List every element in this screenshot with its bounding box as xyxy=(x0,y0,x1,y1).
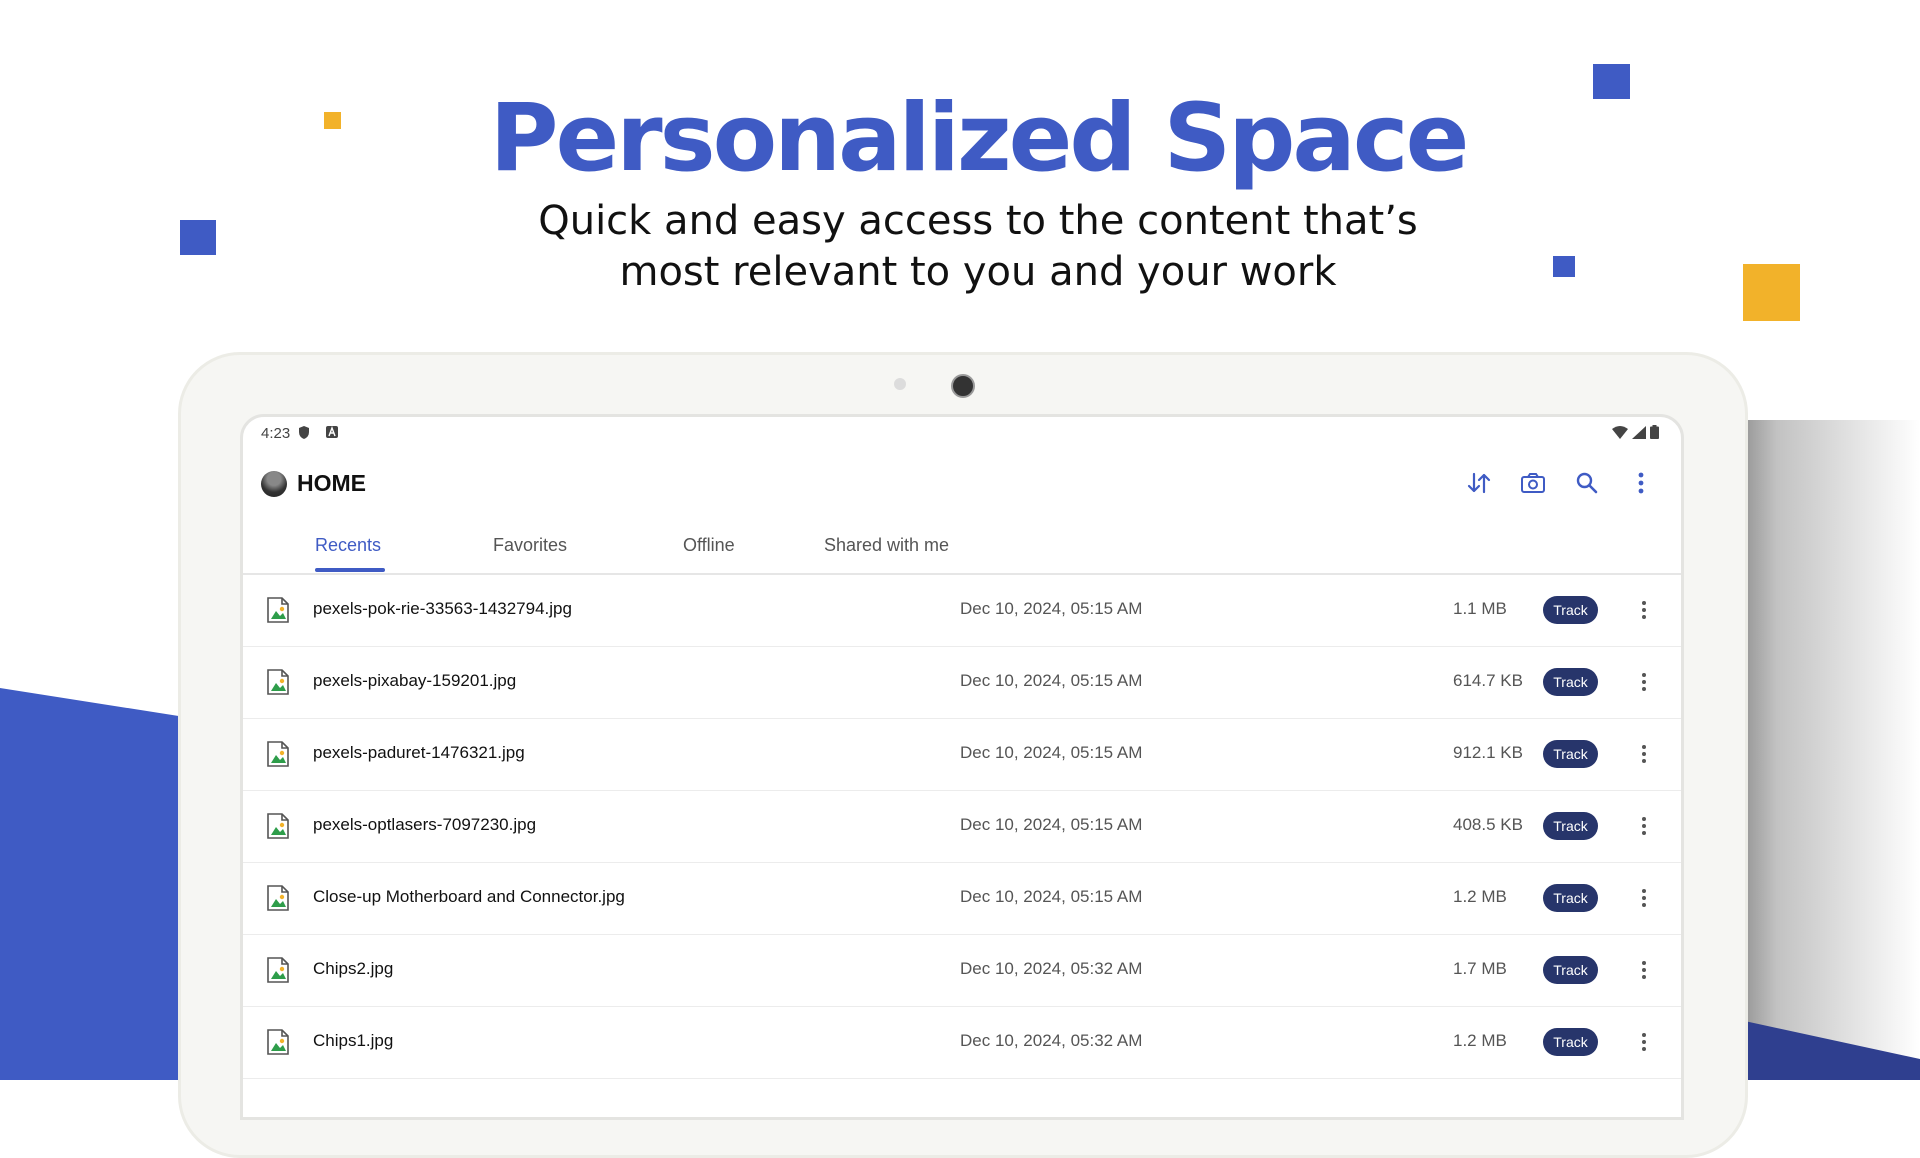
a-icon xyxy=(326,426,338,438)
file-modified-date: Dec 10, 2024, 05:15 AM xyxy=(960,671,1143,690)
file-name[interactable]: Chips1.jpg xyxy=(313,1031,393,1051)
file-size: 1.2 MB xyxy=(1453,887,1507,906)
more-vertical-icon xyxy=(1642,673,1646,691)
appbar-actions xyxy=(1461,467,1659,503)
active-tab-indicator xyxy=(315,568,385,572)
image-file-icon xyxy=(267,957,289,983)
camera-button[interactable] xyxy=(1515,467,1551,503)
file-row[interactable]: pexels-pixabay-159201.jpg Dec 10, 2024, … xyxy=(243,647,1681,719)
track-button[interactable]: Track xyxy=(1543,740,1598,768)
file-list: pexels-pok-rie-33563-1432794.jpg Dec 10,… xyxy=(243,575,1681,1079)
status-time: 4:23 xyxy=(261,425,291,442)
tab-shared-with-me[interactable]: Shared with me xyxy=(824,535,949,556)
track-button[interactable]: Track xyxy=(1543,812,1598,840)
image-file-icon xyxy=(267,741,289,767)
more-vertical-icon xyxy=(1642,817,1646,835)
file-name[interactable]: Close-up Motherboard and Connector.jpg xyxy=(313,887,625,907)
more-vertical-icon xyxy=(1642,889,1646,907)
image-file-icon xyxy=(267,1029,289,1055)
app-screen: 4:23 HOME Recents Favorites Offline Shar… xyxy=(240,414,1684,1120)
tab-favorites[interactable]: Favorites xyxy=(493,535,567,556)
battery-icon xyxy=(1650,425,1659,443)
track-button[interactable]: Track xyxy=(1543,668,1598,696)
sort-button[interactable] xyxy=(1461,467,1497,503)
file-modified-date: Dec 10, 2024, 05:32 AM xyxy=(960,959,1143,978)
file-size: 408.5 KB xyxy=(1453,815,1523,834)
more-vertical-icon xyxy=(1642,745,1646,763)
file-name[interactable]: pexels-pok-rie-33563-1432794.jpg xyxy=(313,599,572,619)
file-row[interactable]: pexels-optlasers-7097230.jpg Dec 10, 202… xyxy=(243,791,1681,863)
image-file-icon xyxy=(267,669,289,695)
decor-blue-wedge xyxy=(0,688,200,1080)
tab-offline[interactable]: Offline xyxy=(683,535,735,556)
more-vertical-icon xyxy=(1642,961,1646,979)
row-more-button[interactable] xyxy=(1634,957,1654,983)
file-modified-date: Dec 10, 2024, 05:15 AM xyxy=(960,887,1143,906)
tab-recents[interactable]: Recents xyxy=(315,535,381,556)
file-modified-date: Dec 10, 2024, 05:15 AM xyxy=(960,815,1143,834)
more-vertical-icon xyxy=(1642,601,1646,619)
row-more-button[interactable] xyxy=(1634,885,1654,911)
sort-icon xyxy=(1466,471,1492,500)
camera-icon xyxy=(1520,472,1546,499)
track-button[interactable]: Track xyxy=(1543,884,1598,912)
row-more-button[interactable] xyxy=(1634,669,1654,695)
file-row[interactable]: pexels-paduret-1476321.jpg Dec 10, 2024,… xyxy=(243,719,1681,791)
more-vertical-icon xyxy=(1638,472,1644,499)
file-size: 614.7 KB xyxy=(1453,671,1523,690)
hero-subtitle: Quick and easy access to the content tha… xyxy=(0,196,1920,298)
file-modified-date: Dec 10, 2024, 05:15 AM xyxy=(960,599,1143,618)
track-button[interactable]: Track xyxy=(1543,1028,1598,1056)
hero-title: Personalized Space xyxy=(489,84,1470,193)
image-file-icon xyxy=(267,885,289,911)
file-name[interactable]: pexels-pixabay-159201.jpg xyxy=(313,671,516,691)
row-more-button[interactable] xyxy=(1634,597,1654,623)
status-bar: 4:23 xyxy=(243,417,1681,449)
file-row[interactable]: Close-up Motherboard and Connector.jpg D… xyxy=(243,863,1681,935)
track-button[interactable]: Track xyxy=(1543,956,1598,984)
search-button[interactable] xyxy=(1569,467,1605,503)
wifi-icon xyxy=(1612,425,1628,443)
sensor-dot xyxy=(894,378,906,390)
file-size: 912.1 KB xyxy=(1453,743,1523,762)
more-options-button[interactable] xyxy=(1623,467,1659,503)
signal-icon xyxy=(1632,425,1646,443)
tab-bar: Recents Favorites Offline Shared with me xyxy=(243,523,1681,575)
hero-subtitle-line1: Quick and easy access to the content tha… xyxy=(538,198,1418,244)
avatar[interactable] xyxy=(261,471,287,497)
hero-subtitle-line2: most relevant to you and your work xyxy=(619,249,1337,295)
search-icon xyxy=(1575,471,1599,500)
file-name[interactable]: pexels-paduret-1476321.jpg xyxy=(313,743,525,763)
shield-icon xyxy=(298,426,310,439)
file-name[interactable]: Chips2.jpg xyxy=(313,959,393,979)
file-row[interactable]: pexels-pok-rie-33563-1432794.jpg Dec 10,… xyxy=(243,575,1681,647)
camera-lens xyxy=(951,374,975,398)
row-more-button[interactable] xyxy=(1634,813,1654,839)
row-more-button[interactable] xyxy=(1634,741,1654,767)
file-modified-date: Dec 10, 2024, 05:15 AM xyxy=(960,743,1143,762)
track-button[interactable]: Track xyxy=(1543,596,1598,624)
file-row[interactable]: Chips1.jpg Dec 10, 2024, 05:32 AM 1.2 MB… xyxy=(243,1007,1681,1079)
file-name[interactable]: pexels-optlasers-7097230.jpg xyxy=(313,815,536,835)
page-title: HOME xyxy=(297,470,366,496)
more-vertical-icon xyxy=(1642,1033,1646,1051)
file-modified-date: Dec 10, 2024, 05:32 AM xyxy=(960,1031,1143,1050)
image-file-icon xyxy=(267,813,289,839)
row-more-button[interactable] xyxy=(1634,1029,1654,1055)
file-size: 1.1 MB xyxy=(1453,599,1507,618)
image-file-icon xyxy=(267,597,289,623)
file-size: 1.2 MB xyxy=(1453,1031,1507,1050)
file-row[interactable]: Chips2.jpg Dec 10, 2024, 05:32 AM 1.7 MB… xyxy=(243,935,1681,1007)
file-size: 1.7 MB xyxy=(1453,959,1507,978)
app-bar: HOME xyxy=(243,457,1681,517)
